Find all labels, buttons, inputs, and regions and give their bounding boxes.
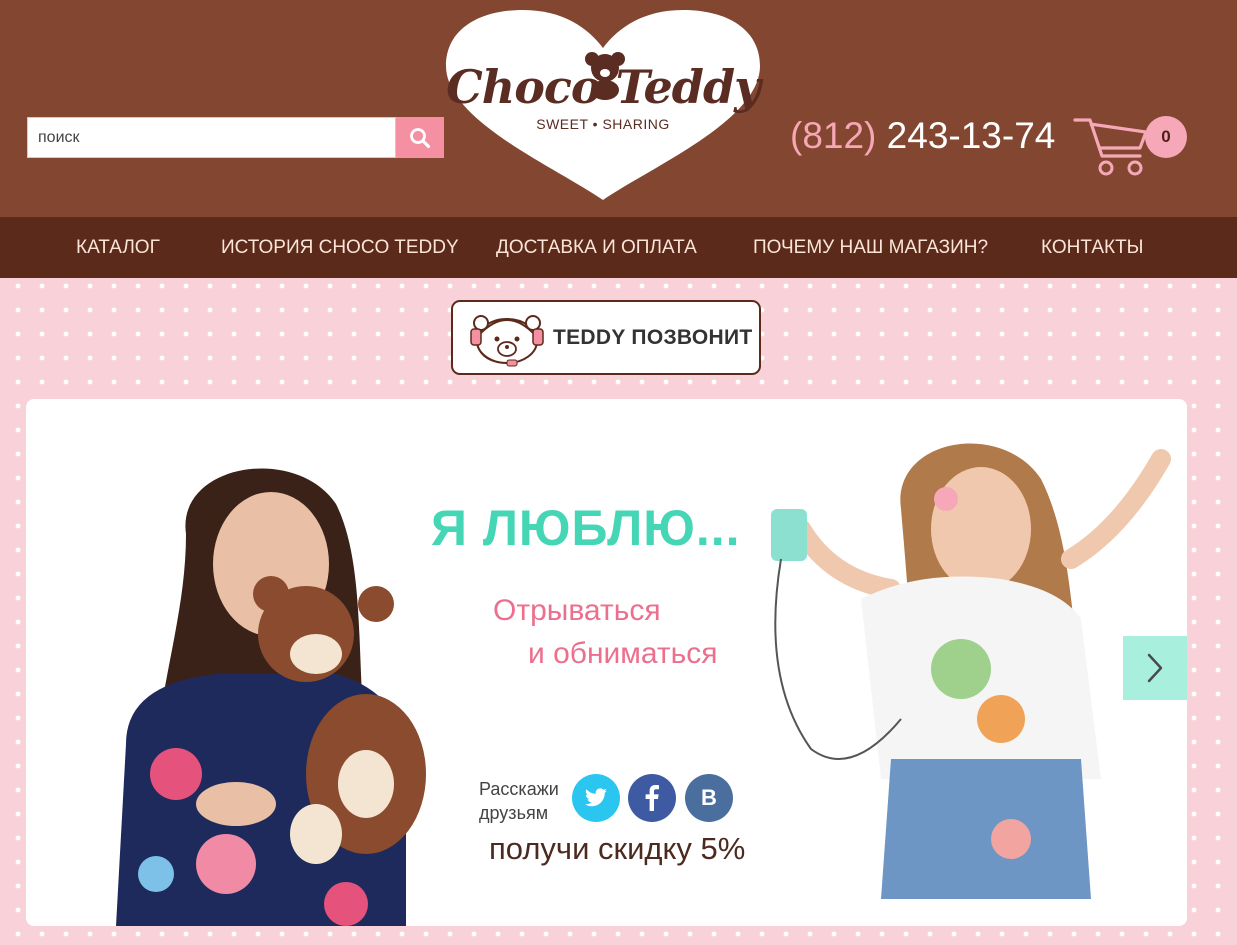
cart-icon[interactable] — [1072, 112, 1152, 178]
promo-banner: Я ЛЮБЛЮ... Отрываться и обниматься Расск… — [26, 399, 1187, 926]
logo-tagline: SWEET • SHARING — [536, 116, 670, 132]
logo-text: Choco Teddy — [446, 60, 761, 114]
share-line-2: друзьям — [479, 803, 549, 823]
search-icon — [410, 127, 431, 148]
cart-count-badge: 0 — [1145, 116, 1187, 158]
nav-item-catalog[interactable]: Каталог — [76, 217, 160, 278]
search-input[interactable] — [27, 117, 396, 158]
facebook-share-button[interactable] — [628, 774, 676, 822]
facebook-icon — [645, 785, 659, 811]
twitter-icon — [585, 788, 607, 807]
phone-digits: 243-13-74 — [886, 115, 1056, 156]
callback-button[interactable]: TEDDY ПОЗВОНИТ — [451, 300, 761, 375]
logo[interactable]: Choco Teddy SWEET • SHARING — [443, 8, 763, 204]
girl-with-teddy-image — [116, 468, 426, 926]
site-header: Choco Teddy SWEET • SHARING (812) 243-13… — [0, 0, 1237, 217]
share-line-1: Расскажи — [479, 779, 559, 799]
banner-headline: Я ЛЮБЛЮ... — [431, 500, 741, 556]
search-form — [27, 117, 444, 158]
phone-number[interactable]: (812) 243-13-74 — [790, 115, 1055, 157]
vk-share-button[interactable]: B — [685, 774, 733, 822]
vk-icon: B — [701, 785, 717, 810]
girl-dancing-image — [771, 443, 1171, 899]
chevron-right-icon — [1147, 653, 1163, 683]
bear-headset-icon — [470, 314, 544, 366]
nav-item-delivery[interactable]: Доставка и оплата — [496, 217, 697, 278]
banner-subline-2: и обниматься — [528, 637, 718, 670]
callback-label: TEDDY ПОЗВОНИТ — [553, 325, 753, 349]
main-nav: Каталог История Choco Teddy Доставка и о… — [0, 217, 1237, 278]
twitter-share-button[interactable] — [572, 774, 620, 822]
nav-item-why-us[interactable]: Почему наш магазин? — [753, 217, 988, 278]
slider-next-button[interactable] — [1123, 636, 1187, 700]
phone-code: (812) — [790, 115, 877, 156]
banner-subline-1: Отрываться — [493, 594, 661, 627]
search-button[interactable] — [396, 117, 444, 158]
nav-item-history[interactable]: История Choco Teddy — [221, 217, 459, 278]
discount-text: получи скидку 5% — [489, 831, 746, 866]
share-prompt: Расскажи друзьям — [479, 777, 559, 825]
nav-item-contacts[interactable]: Контакты — [1041, 217, 1144, 278]
